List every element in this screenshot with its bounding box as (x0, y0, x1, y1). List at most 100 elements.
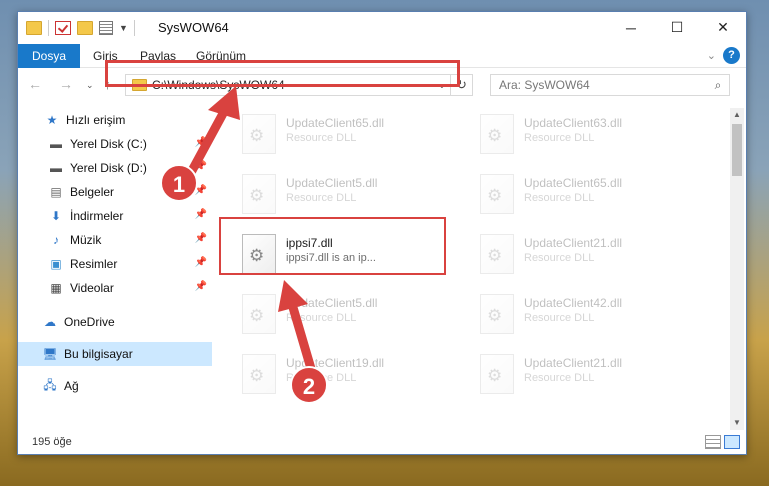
file-name: UpdateClient63.dll (524, 116, 623, 130)
sidebar-item-label: Resimler (70, 257, 118, 271)
address-highlight-box (105, 60, 460, 87)
video-icon: ▦ (50, 281, 62, 295)
dll-file-icon (480, 294, 514, 334)
sidebar-item-label: Müzik (70, 233, 102, 247)
dll-file-icon (480, 114, 514, 154)
sidebar-item-label: Hızlı erişim (66, 113, 126, 127)
file-name: UpdateClient5.dll (286, 296, 378, 310)
file-item[interactable]: UpdateClient65.dll Resource DLL (238, 112, 458, 164)
sidebar-item-pictures[interactable]: ▣ Resimler 📌 (18, 252, 212, 276)
quick-access-toolbar: ▼ (26, 20, 135, 36)
file-highlight-box (219, 217, 446, 275)
scroll-up-icon[interactable]: ▲ (730, 108, 744, 122)
file-description: Resource DLL (524, 372, 595, 384)
customize-dropdown-icon[interactable]: ▼ (119, 23, 128, 33)
step-one-badge: 1 (160, 164, 198, 202)
dll-file-icon (480, 174, 514, 214)
search-input[interactable]: Ara: SysWOW64 ⌕ (490, 74, 730, 96)
file-item[interactable]: UpdateClient5.dll Resource DLL (238, 292, 458, 344)
expand-ribbon-chevron-icon[interactable]: ⌄ (707, 49, 716, 62)
pin-icon[interactable]: 📌 (195, 233, 207, 244)
sidebar-item-onedrive[interactable]: ☁ OneDrive (18, 310, 212, 334)
step-two-badge: 2 (290, 366, 328, 404)
file-item[interactable]: UpdateClient42.dll Resource DLL (476, 292, 696, 344)
sidebar-item-music[interactable]: ♪ Müzik 📌 (18, 228, 212, 252)
folder-icon (26, 21, 42, 35)
sidebar-item-label: Ağ (64, 379, 79, 393)
file-item[interactable]: UpdateClient65.dll Resource DLL (476, 172, 696, 224)
pin-icon[interactable]: 📌 (195, 257, 207, 268)
file-item[interactable]: UpdateClient21.dll Resource DLL (476, 352, 696, 404)
sidebar-item-label: Videolar (70, 281, 114, 295)
file-description: Resource DLL (286, 132, 357, 144)
file-description: Resource DLL (524, 132, 595, 144)
sidebar-item-label: OneDrive (64, 315, 115, 329)
title-bar: ▼ SysWOW64 ─ ☐ ✕ (18, 12, 746, 44)
star-icon: ★ (46, 113, 58, 127)
file-description: Resource DLL (524, 192, 595, 204)
close-button[interactable]: ✕ (700, 12, 746, 43)
pin-icon[interactable]: 📌 (195, 209, 207, 220)
tiles-view-icon[interactable] (724, 435, 740, 449)
toolbar-divider (48, 20, 49, 36)
sidebar-item-quick-access[interactable]: ★ Hızlı erişim (18, 108, 212, 132)
sidebar-item-downloads[interactable]: ⬇ İndirmeler 📌 (18, 204, 212, 228)
pin-icon[interactable]: 📌 (195, 137, 207, 148)
drive-icon: ▬ (50, 161, 62, 175)
sidebar-item-disk-c[interactable]: ▬ Yerel Disk (C:) 📌 (18, 132, 212, 156)
file-name: UpdateClient65.dll (286, 116, 385, 130)
dll-file-icon (242, 114, 276, 154)
dll-file-icon (242, 294, 276, 334)
new-folder-icon[interactable] (77, 21, 93, 35)
tab-dosya[interactable]: Dosya (18, 44, 81, 68)
file-item[interactable]: UpdateClient21.dll Resource DLL (476, 232, 696, 284)
status-bar: 195 öğe (18, 432, 746, 454)
toolbar-divider (133, 20, 135, 36)
scroll-down-icon[interactable]: ▼ (730, 416, 744, 430)
dll-file-icon (242, 354, 276, 394)
file-name: UpdateClient5.dll (286, 176, 378, 190)
sidebar-item-label: Belgeler (70, 185, 115, 199)
dll-file-icon (480, 234, 514, 274)
file-description: Resource DLL (286, 192, 357, 204)
window-title: SysWOW64 (158, 20, 229, 35)
search-icon[interactable]: ⌕ (707, 78, 729, 93)
window-controls: ─ ☐ ✕ (608, 12, 746, 43)
pin-icon[interactable]: 📌 (195, 281, 207, 292)
computer-icon: 🖥 (42, 347, 58, 361)
download-icon: ⬇ (50, 209, 62, 223)
item-count: 195 öğe (32, 436, 72, 448)
view-switcher (705, 435, 740, 449)
file-item[interactable]: UpdateClient63.dll Resource DLL (476, 112, 696, 164)
drive-icon: ▬ (50, 137, 62, 151)
vertical-scrollbar[interactable]: ▲ ▼ (730, 108, 744, 430)
recent-locations-chevron-icon[interactable]: ⌄ (86, 80, 94, 91)
pictures-icon: ▣ (50, 257, 62, 271)
scroll-thumb[interactable] (732, 124, 742, 176)
maximize-button[interactable]: ☐ (654, 12, 700, 43)
cloud-icon: ☁ (44, 315, 56, 329)
music-icon: ♪ (53, 233, 59, 247)
sidebar-item-this-pc[interactable]: 🖥 Bu bilgisayar (18, 342, 212, 366)
list-icon[interactable] (99, 21, 113, 35)
dll-file-icon (242, 174, 276, 214)
sidebar-item-network[interactable]: 🖧 Ağ (18, 374, 212, 398)
file-description: Resource DLL (524, 312, 595, 324)
sidebar-item-label: Bu bilgisayar (64, 347, 133, 361)
file-name: UpdateClient21.dll (524, 236, 623, 250)
details-view-icon[interactable] (705, 435, 721, 449)
documents-icon: ▤ (50, 185, 62, 199)
pin-icon[interactable]: 📌 (195, 161, 207, 172)
file-item[interactable]: UpdateClient19.dllResource DLL (238, 352, 458, 404)
back-arrow-icon[interactable]: ← (28, 76, 42, 92)
sidebar-item-videos[interactable]: ▦ Videolar 📌 (18, 276, 212, 300)
dll-file-icon (480, 354, 514, 394)
file-description: Resource DLL (524, 252, 595, 264)
forward-arrow-icon[interactable]: → (59, 76, 73, 92)
search-placeholder[interactable]: Ara: SysWOW64 (499, 78, 707, 92)
help-icon[interactable]: ? (723, 47, 740, 64)
properties-check-icon[interactable] (55, 21, 71, 35)
minimize-button[interactable]: ─ (608, 12, 654, 43)
file-name: UpdateClient65.dll (524, 176, 623, 190)
sidebar-item-label: Yerel Disk (C:) (70, 137, 147, 151)
